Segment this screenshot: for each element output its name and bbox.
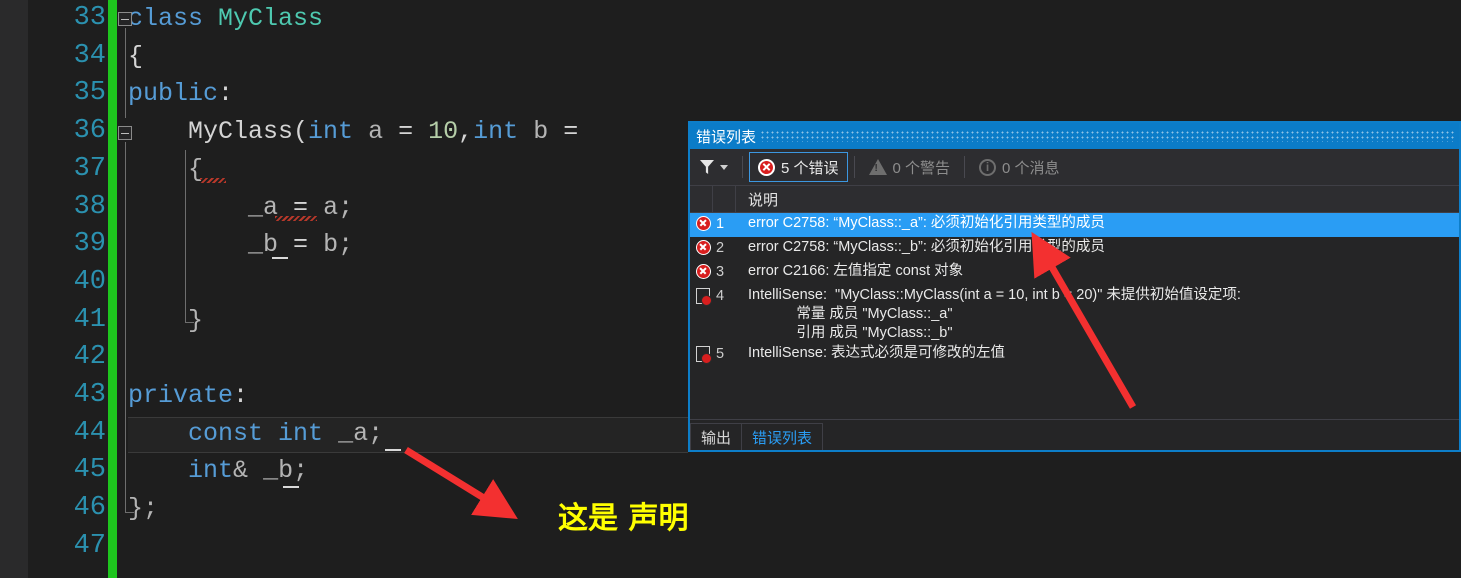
row-number: 4 [716,288,725,304]
member-underline [283,486,299,488]
code-line-44[interactable]: const int _a; [128,415,383,453]
code-line-38[interactable]: _a = a; [128,189,353,227]
code-line-35[interactable]: public: [128,75,233,113]
filter-icon [700,160,714,174]
warnings-count-label: 0 个警告 [892,159,951,177]
row-description: IntelliSense: "MyClass::MyClass(int a = … [748,287,1241,341]
row-number: 3 [716,264,725,280]
code-line-34[interactable]: { [128,38,143,76]
error-list-toolbar[interactable]: 5 个错误 0 个警告 i 0 个消息 [690,149,1459,186]
row-number: 2 [716,240,725,256]
line-number: 40 [73,266,106,297]
tab-output[interactable]: 输出 [690,423,743,450]
line-number: 39 [73,229,106,260]
code-line-46[interactable]: }; [128,490,158,528]
line-number: 34 [73,40,106,71]
error-rows-container[interactable]: 1 error C2758: “MyClass::_a”: 必须初始化引用类型的… [690,213,1459,418]
line-number: 41 [73,304,106,335]
column-header-description[interactable]: 说明 [736,189,778,210]
code-line-36[interactable]: MyClass(int a = 10,int b = [128,113,578,151]
column-header-number[interactable] [713,186,736,212]
code-line-41[interactable]: } [128,302,203,340]
line-number: 42 [73,342,106,373]
warning-icon [868,159,887,175]
line-number: 45 [73,455,106,486]
table-row[interactable]: 1 error C2758: “MyClass::_a”: 必须初始化引用类型的… [690,213,1459,237]
member-underline [272,257,288,259]
member-underline [385,449,401,451]
error-list-panel[interactable]: 错误列表 5 个错误 0 个警告 i 0 个消息 说明 1 [688,121,1461,452]
error-icon [690,262,716,279]
column-header-icon[interactable] [690,186,713,212]
errors-count-label: 5 个错误 [781,159,839,177]
messages-filter-chip[interactable]: i 0 个消息 [971,153,1068,181]
line-number: 37 [73,153,106,184]
line-number: 47 [73,530,106,561]
drag-dots [760,130,1455,142]
filter-button[interactable] [696,152,736,182]
line-number: 46 [73,493,106,524]
error-icon [690,238,716,255]
annotation-text: 这是 声明 [558,501,689,536]
structure-guide [125,142,126,512]
structure-guide [185,322,194,323]
document-error-icon [690,286,716,306]
row-description: error C2166: 左值指定 const 对象 [748,263,964,279]
table-row[interactable]: 2 error C2758: “MyClass::_b”: 必须初始化引用类型的… [690,237,1459,261]
table-row[interactable]: 4 IntelliSense: "MyClass::MyClass(int a … [690,285,1459,343]
error-squiggle [200,178,226,183]
info-icon: i [979,158,997,176]
fold-toggle-icon[interactable] [118,126,132,140]
divider [742,156,743,178]
errors-filter-chip[interactable]: 5 个错误 [749,152,848,182]
error-icon [690,214,716,231]
code-line-43[interactable]: private: [128,377,248,415]
column-header-row[interactable]: 说明 [690,186,1459,213]
warnings-filter-chip[interactable]: 0 个警告 [861,153,959,181]
line-number: 35 [73,78,106,109]
structure-guide [125,512,134,513]
panel-title-bar[interactable]: 错误列表 [690,123,1459,149]
error-squiggle [275,216,317,221]
line-number: 43 [73,380,106,410]
chevron-down-icon [720,164,728,170]
divider [964,156,966,178]
panel-tab-strip[interactable]: 输出 错误列表 [690,419,1459,450]
line-number: 33 [73,3,106,33]
row-number: 5 [716,346,725,362]
row-description: error C2758: “MyClass::_a”: 必须初始化引用类型的成员 [748,215,1105,231]
line-number: 38 [73,191,106,222]
row-description: IntelliSense: 表达式必须是可修改的左值 [748,345,1006,361]
table-row[interactable]: 3 error C2166: 左值指定 const 对象 [690,261,1459,285]
structure-guide [185,192,186,322]
structure-guide [125,28,126,118]
line-number: 44 [73,417,106,448]
error-icon [758,158,775,176]
structure-guide [185,150,186,192]
code-line-33[interactable]: class MyClass [128,0,323,38]
tab-error-list[interactable]: 错误列表 [741,423,824,450]
document-error-icon [690,344,716,364]
row-number: 1 [716,216,725,232]
table-row[interactable]: 5 IntelliSense: 表达式必须是可修改的左值 [690,343,1459,367]
panel-title-label: 错误列表 [696,128,757,146]
code-line-39[interactable]: _b = b; [128,226,353,264]
fold-toggle-icon[interactable] [118,12,132,26]
code-line-45[interactable]: int& _b; [128,452,308,490]
row-description: error C2758: “MyClass::_b”: 必须初始化引用类型的成员 [748,239,1105,255]
change-bar [108,0,117,578]
messages-count-label: 0 个消息 [1002,159,1060,177]
code-line-37[interactable]: { [128,151,203,189]
line-number: 36 [73,116,106,147]
divider [853,156,855,178]
